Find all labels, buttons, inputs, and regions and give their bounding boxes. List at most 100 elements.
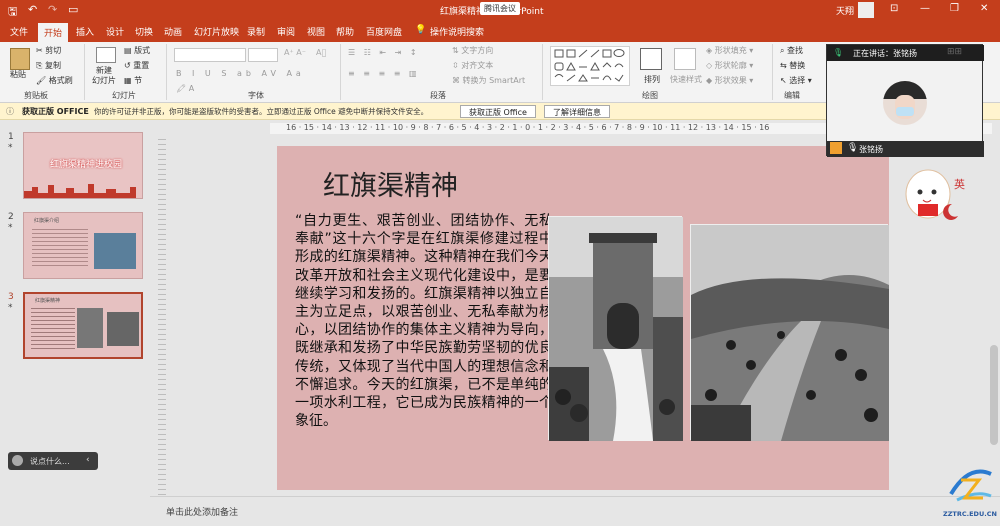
shapes-gallery[interactable] <box>550 46 630 86</box>
tab-slideshow[interactable]: 幻灯片放映 <box>194 25 239 38</box>
tab-insert[interactable]: 插入 <box>76 25 94 38</box>
tab-home[interactable]: 开始 <box>38 23 69 42</box>
font-style-buttons[interactable]: B I U S ab AV Aa <box>176 69 305 78</box>
photo-construction-crowd[interactable] <box>690 224 889 441</box>
mic-active-icon: 🎙 <box>833 48 844 57</box>
close-icon[interactable]: ✕ <box>980 3 988 14</box>
shape-fill-button[interactable]: ◈ 形状填充 ▾ <box>706 45 753 56</box>
font-grow-icon[interactable]: A⁺ A⁻ <box>284 48 306 57</box>
thumb-1-title: 红旗渠精神进校园 <box>50 160 123 170</box>
shapes-gallery-icon <box>554 49 625 82</box>
section-button[interactable]: ▦ 节 <box>124 75 142 86</box>
find-button[interactable]: ⌕ 查找 <box>780 45 803 56</box>
ribbon-display-icon[interactable]: ⊡ <box>890 3 898 14</box>
find-label: 查找 <box>787 46 804 55</box>
list-buttons[interactable]: ☰ ☷ ⇤ ⇥ ↕ <box>348 48 420 57</box>
notes-pane[interactable]: 单击此处添加备注 <box>150 496 1000 526</box>
meeting-video-panel[interactable]: 🎙 正在讲话：张铭扬 ⊞⊞ 🎙 张铭扬 <box>826 44 984 157</box>
save-icon[interactable]: 🖫 <box>8 3 17 22</box>
video-header: 🎙 正在讲话：张铭扬 ⊞⊞ <box>827 45 984 61</box>
tab-baidu[interactable]: 百度网盘 <box>366 25 402 38</box>
vertical-scrollbar-thumb[interactable] <box>990 345 998 445</box>
restore-icon[interactable]: ❐ <box>950 3 959 14</box>
shape-fill-label: 形状填充 <box>714 46 747 55</box>
tab-animations[interactable]: 动画 <box>164 25 182 38</box>
slide-body-text[interactable]: “自力更生、艰苦创业、团结协作、无私奉献”这十六个字是在红旗渠修建过程中形成的红… <box>295 212 553 430</box>
emoji-icon[interactable] <box>12 455 23 466</box>
smartart-label: 转换为 SmartArt <box>462 76 526 85</box>
learn-more-button[interactable]: 了解详细信息 <box>544 105 610 118</box>
font-name-field[interactable] <box>174 48 246 62</box>
copy-label: 复制 <box>44 61 61 70</box>
chat-input[interactable]: 说点什么... ‹ <box>8 452 98 470</box>
ruler-ticks: 16 · 15 · 14 · 13 · 12 · 11 · 10 · 9 · 8… <box>286 123 770 132</box>
thumb-star: * <box>8 223 13 233</box>
copy-button[interactable]: ⎘ 复制 <box>36 60 61 71</box>
slide-thumbnail-3[interactable]: 红旗渠精神 <box>23 292 143 359</box>
undo-icon[interactable]: ↶ <box>28 3 37 16</box>
paste-icon[interactable] <box>10 48 30 70</box>
slide-thumbnail-1[interactable]: 红旗渠精神进校园 <box>23 132 143 199</box>
photo-canal-gate-image <box>549 217 683 441</box>
speaking-indicator: 正在讲话：张铭扬 <box>853 49 917 58</box>
ribbon-tabs: 文件 开始 插入 设计 切换 动画 幻灯片放映 录制 审阅 视图 帮助 百度网盘… <box>0 21 1000 42</box>
meeting-badge[interactable]: 腾讯会议 <box>480 2 520 15</box>
get-genuine-button[interactable]: 获取正版 Office <box>460 105 536 118</box>
title-bar: 🖫 ↶ ↷ ▭ 红旗渠精神 - PowerPoint 腾讯会议 天翔 ⊡ — ❐… <box>0 0 1000 21</box>
notice-text: 你的许可证并非正版，你可能是盗版软件的受害者。立即通过正版 Office 避免中… <box>94 107 429 116</box>
start-slideshow-icon[interactable]: ▭ <box>68 3 78 16</box>
align-buttons[interactable]: ≡ ≡ ≡ ≡ ▥ <box>348 69 420 78</box>
notice-title: 获取正版 OFFICE <box>22 107 89 116</box>
thumb-number: 2 <box>8 212 14 222</box>
text-direction-label: 文字方向 <box>461 46 494 55</box>
collapse-chevron-icon[interactable]: ‹ <box>86 455 90 465</box>
paste-button[interactable]: 粘贴 <box>10 69 26 80</box>
quick-styles-icon[interactable] <box>674 48 696 70</box>
group-drawing: 绘图 <box>642 91 658 100</box>
thumb-number: 3 <box>8 292 14 302</box>
host-icon <box>830 142 842 154</box>
replace-button[interactable]: ⇆ 替换 <box>780 60 805 71</box>
tell-me-search[interactable]: 操作说明搜索 <box>430 25 484 38</box>
font-color-icons[interactable]: 🖍 A <box>176 84 194 93</box>
watermark-text: ZZTRC.EDU.CN <box>943 510 997 518</box>
format-painter-button[interactable]: 🖌 格式刷 <box>36 75 73 86</box>
video-grid-icon[interactable]: ⊞⊞ <box>947 47 962 57</box>
user-avatar[interactable] <box>858 2 874 18</box>
redo-icon[interactable]: ↷ <box>48 3 57 16</box>
font-size-field[interactable] <box>248 48 278 62</box>
photo-canal-gate[interactable] <box>548 216 683 441</box>
tab-design[interactable]: 设计 <box>106 25 124 38</box>
notes-placeholder[interactable]: 单击此处添加备注 <box>166 505 238 518</box>
thumb-2-photo <box>94 233 136 269</box>
layout-button[interactable]: ▤ 版式 <box>124 45 150 56</box>
slide-canvas[interactable]: 红旗渠精神 “自力更生、艰苦创业、团结协作、无私奉献”这十六个字是在红旗渠修建过… <box>277 146 889 490</box>
text-direction-button[interactable]: ⇅ 文字方向 <box>452 45 493 56</box>
arrange-button[interactable]: 排列 <box>644 74 660 85</box>
minimize-icon[interactable]: — <box>920 3 930 14</box>
new-slide-button[interactable]: 新建 幻灯片 <box>92 66 116 86</box>
layout-label: 版式 <box>134 46 151 55</box>
photo-construction-crowd-image <box>691 225 889 441</box>
tab-file[interactable]: 文件 <box>10 25 28 38</box>
new-slide-icon[interactable] <box>96 47 116 63</box>
tab-view[interactable]: 视图 <box>307 25 325 38</box>
select-button[interactable]: ↖ 选择 ▾ <box>780 75 812 86</box>
reset-button[interactable]: ↺ 重置 <box>124 60 149 71</box>
clear-format-icon[interactable]: A⃠ <box>316 48 326 57</box>
mascot-icon <box>905 169 958 220</box>
slide-title[interactable]: 红旗渠精神 <box>323 164 458 203</box>
arrange-icon[interactable] <box>640 48 662 70</box>
tab-transitions[interactable]: 切换 <box>135 25 153 38</box>
tab-help[interactable]: 帮助 <box>336 25 354 38</box>
slide-thumbnail-2[interactable]: 红旗渠介绍 <box>23 212 143 279</box>
cut-button[interactable]: ✂ 剪切 <box>36 45 61 56</box>
shape-effects-button[interactable]: ◆ 形状效果 ▾ <box>706 75 753 86</box>
quick-styles-button[interactable]: 快速样式 <box>670 74 702 85</box>
shape-outline-button[interactable]: ◇ 形状轮廓 ▾ <box>706 60 753 71</box>
user-name[interactable]: 天翔 <box>836 4 854 17</box>
smartart-button[interactable]: ⌘ 转换为 SmartArt <box>452 75 525 86</box>
tab-record[interactable]: 录制 <box>247 25 265 38</box>
align-text-button[interactable]: ⇳ 对齐文本 <box>452 60 493 71</box>
tab-review[interactable]: 审阅 <box>277 25 295 38</box>
